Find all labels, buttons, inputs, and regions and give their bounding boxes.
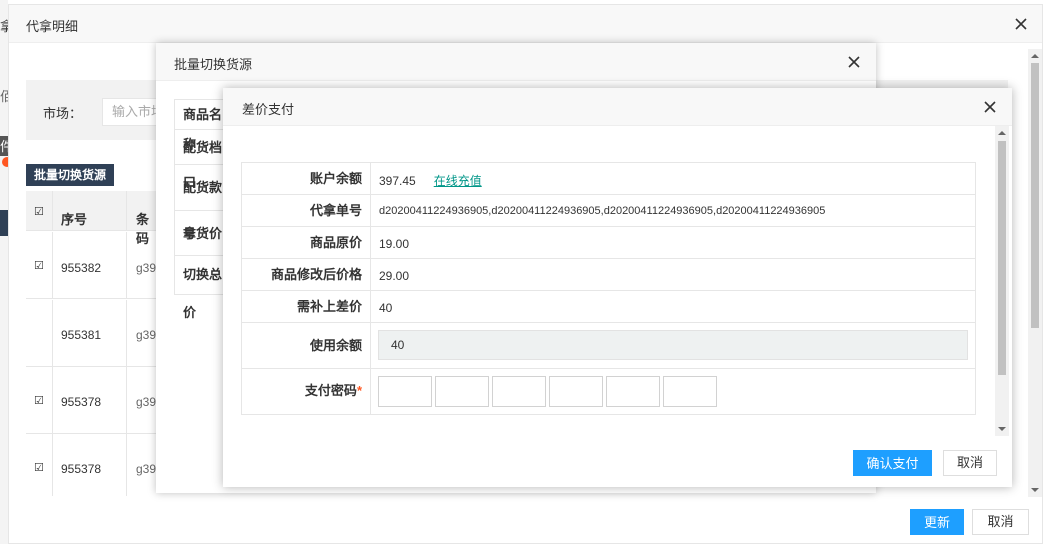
row-checkbox[interactable]: ☑ — [34, 261, 44, 272]
account-balance-value: 397.45 在线充值 — [379, 172, 482, 189]
batch-dialog-header: 批量切换货源 — [156, 43, 876, 81]
table-divider — [126, 191, 127, 230]
account-balance-amount: 397.45 — [379, 174, 416, 188]
table-divider — [52, 191, 53, 230]
password-digit-box[interactable] — [663, 376, 717, 407]
scroll-down-icon[interactable] — [998, 427, 1006, 431]
row-id: 955382 — [61, 261, 102, 275]
pay-password-row: 支付密码* — [242, 369, 975, 414]
account-balance-label: 账户余额 — [242, 163, 371, 194]
pay-password-label-text: 支付密码 — [304, 383, 357, 398]
close-icon[interactable] — [847, 55, 863, 71]
pay-dialog-header: 差价支付 — [223, 88, 1012, 126]
table-row[interactable]: ☑ 955382 g393 — [26, 232, 163, 299]
table-divider — [126, 434, 127, 496]
order-no-row: 代拿单号 d20200411224936905,d202004112249369… — [242, 195, 975, 227]
row-checkbox[interactable]: ☑ — [34, 463, 44, 474]
pay-dialog-title: 差价支付 — [242, 102, 295, 117]
password-digit-box[interactable] — [549, 376, 603, 407]
scroll-down-icon[interactable] — [1031, 488, 1039, 492]
batch-dialog-title: 批量切换货源 — [174, 57, 253, 72]
detail-dialog-title: 代拿明细 — [26, 19, 79, 34]
table-divider — [52, 300, 53, 366]
table-divider — [52, 232, 53, 298]
use-balance-input[interactable]: 40 — [378, 330, 968, 360]
recharge-link[interactable]: 在线充值 — [434, 174, 482, 188]
background-block — [0, 210, 8, 236]
use-balance-label: 使用余额 — [242, 323, 371, 368]
market-label: 市场： — [43, 106, 83, 121]
table-header-row: ☑ 序号 条码 — [26, 191, 156, 246]
orig-price-value: 19.00 — [379, 237, 410, 251]
table-row[interactable]: 955381 g393 — [26, 300, 163, 367]
password-digit-box[interactable] — [378, 376, 432, 407]
new-price-value: 29.00 — [379, 269, 410, 283]
new-price-label: 商品修改后价格 — [242, 259, 371, 290]
table-divider — [52, 367, 53, 433]
close-icon[interactable] — [1014, 17, 1030, 33]
table-row[interactable]: ☑ 955378 g393 — [26, 434, 163, 496]
diff-label: 需补上差价 — [242, 291, 371, 322]
confirm-pay-button[interactable]: 确认支付 — [853, 450, 932, 476]
password-digit-box[interactable] — [492, 376, 546, 407]
detail-scrollbar[interactable] — [1028, 49, 1042, 497]
table-divider — [126, 367, 127, 433]
pay-cancel-button[interactable]: 取消 — [943, 450, 997, 476]
new-price-row: 商品修改后价格 29.00 — [242, 259, 975, 291]
row-id: 955378 — [61, 462, 102, 476]
scroll-thumb[interactable] — [1031, 63, 1039, 328]
order-no-value: d20200411224936905,d20200411224936905,d2… — [379, 205, 826, 217]
orig-price-row: 商品原价 19.00 — [242, 227, 975, 259]
background-page — [0, 0, 8, 544]
required-mark: * — [356, 383, 362, 398]
pay-scrollbar[interactable] — [995, 126, 1009, 436]
account-balance-row: 账户余额 397.45 在线充值 — [242, 163, 975, 195]
scroll-thumb[interactable] — [998, 141, 1006, 375]
outer-cancel-button[interactable]: 取消 — [972, 509, 1029, 535]
orig-price-label: 商品原价 — [242, 227, 371, 258]
row-id: 955381 — [61, 328, 102, 342]
scroll-up-icon[interactable] — [998, 131, 1006, 135]
row-id: 955378 — [61, 395, 102, 409]
order-no-label: 代拿单号 — [242, 195, 371, 226]
update-button[interactable]: 更新 — [910, 509, 964, 535]
table-row[interactable]: ☑ 955378 g393 — [26, 367, 163, 434]
table-divider — [52, 434, 53, 496]
diff-value: 40 — [379, 301, 393, 315]
table-header-index: 序号 — [61, 212, 88, 227]
pay-password-label: 支付密码* — [242, 369, 371, 414]
row-checkbox[interactable]: ☑ — [34, 396, 44, 407]
password-digit-box[interactable] — [435, 376, 489, 407]
diff-row: 需补上差价 40 — [242, 291, 975, 323]
price-diff-pay-dialog: 差价支付 账户余额 397.45 在线充值 代拿单号 d2020041122493… — [223, 88, 1012, 487]
use-balance-row: 使用余额 40 — [242, 323, 975, 369]
close-icon[interactable] — [983, 100, 999, 116]
scroll-up-icon[interactable] — [1031, 54, 1039, 58]
background-fragment: 件 — [0, 136, 13, 156]
select-all-checkbox[interactable]: ☑ — [34, 207, 44, 218]
table-divider — [126, 300, 127, 366]
table-divider — [126, 232, 127, 298]
batch-switch-button[interactable]: 批量切换货源 — [26, 164, 115, 186]
password-digit-box[interactable] — [606, 376, 660, 407]
detail-dialog-header: 代拿明细 — [9, 5, 1042, 43]
pay-info-table: 账户余额 397.45 在线充值 代拿单号 d20200411224936905,… — [241, 162, 976, 415]
